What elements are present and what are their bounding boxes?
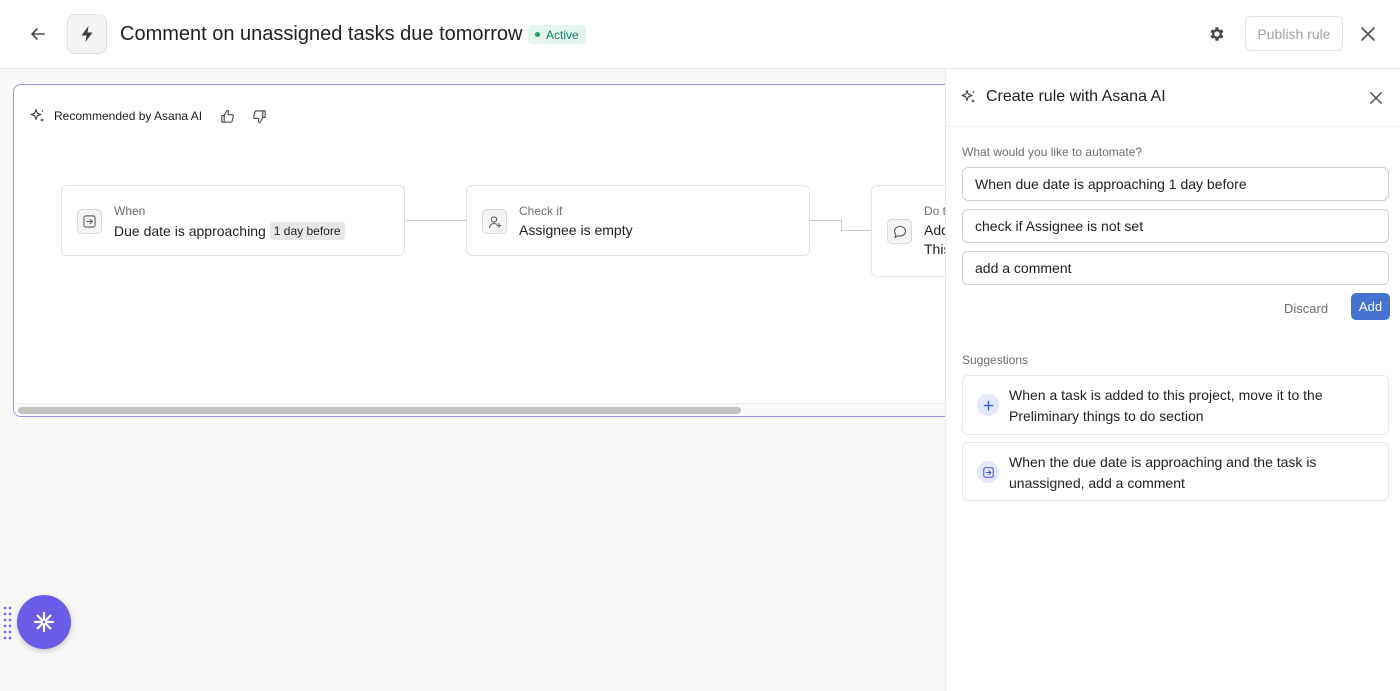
recommended-row: Recommended by Asana AI — [30, 105, 270, 127]
ai-rule-panel: Create rule with Asana AI What would you… — [945, 69, 1400, 691]
connector-line — [810, 220, 841, 221]
trigger-text: Due date is approaching — [114, 223, 266, 239]
panel-title: Create rule with Asana AI — [986, 88, 1166, 105]
suggestions-label: Suggestions — [962, 353, 1029, 367]
back-button[interactable] — [24, 20, 52, 48]
trigger-chip[interactable]: 1 day before — [269, 222, 345, 240]
discard-button[interactable]: Discard — [1284, 295, 1328, 321]
panel-header: Create rule with Asana AI — [946, 69, 1400, 127]
action-input[interactable] — [962, 251, 1389, 285]
close-button[interactable] — [1356, 22, 1380, 46]
rule-canvas: Recommended by Asana AI When Due date is… — [13, 84, 946, 417]
sparkle-icon — [30, 108, 44, 122]
due-date-icon — [977, 461, 999, 483]
condition-text: Assignee is empty — [519, 222, 633, 238]
condition-node[interactable]: Check if Assignee is empty — [466, 185, 810, 256]
node-label: When — [114, 204, 146, 218]
assignee-icon — [482, 209, 507, 234]
node-value: Assignee is empty — [519, 222, 633, 238]
close-icon — [1370, 92, 1382, 104]
action-text-2: This — [924, 241, 946, 257]
rule-icon — [67, 14, 107, 54]
suggestion-text: When a task is added to this project, mo… — [1009, 387, 1323, 424]
horizontal-scrollbar[interactable] — [18, 407, 741, 414]
node-label: Do t — [924, 204, 946, 218]
sparkle-icon — [961, 89, 975, 103]
publish-rule-button[interactable]: Publish rule — [1245, 16, 1343, 51]
connector-line — [405, 220, 467, 221]
thumbs-down-button[interactable] — [248, 105, 270, 127]
panel-title-row: Create rule with Asana AI — [961, 88, 1166, 106]
thumbs-up-button[interactable] — [216, 105, 238, 127]
comment-icon — [887, 219, 912, 244]
drag-handle-icon[interactable] — [3, 606, 13, 640]
status-badge: Active — [528, 25, 586, 44]
thumbs-up-icon — [220, 109, 234, 123]
trigger-input[interactable] — [962, 167, 1389, 201]
condition-input[interactable] — [962, 209, 1389, 243]
automate-question: What would you like to automate? — [962, 145, 1143, 159]
node-value: Due date is approaching 1 day before — [114, 222, 345, 240]
arrow-left-icon — [31, 28, 45, 40]
suggestion-text: When the due date is approaching and the… — [1009, 454, 1317, 491]
top-bar: Comment on unassigned tasks due tomorrow… — [0, 0, 1400, 69]
due-date-icon — [77, 209, 102, 234]
node-label: Check if — [519, 204, 563, 218]
plus-icon — [977, 394, 999, 416]
suggestion-item[interactable]: When the due date is approaching and the… — [962, 442, 1389, 501]
asterisk-icon — [33, 611, 55, 633]
connector-line — [841, 230, 872, 231]
assistant-fab-button[interactable] — [17, 595, 71, 649]
action-text: Add — [924, 222, 946, 238]
recommended-label: Recommended by Asana AI — [54, 109, 203, 123]
node-value: Add This — [924, 222, 946, 257]
action-node[interactable]: Do t Add This — [871, 185, 946, 277]
gear-icon — [1210, 27, 1224, 41]
suggestion-item[interactable]: When a task is added to this project, mo… — [962, 375, 1389, 435]
lightning-icon — [81, 26, 93, 42]
panel-close-button[interactable] — [1364, 86, 1388, 110]
settings-button[interactable] — [1204, 21, 1230, 47]
page-title: Comment on unassigned tasks due tomorrow — [120, 23, 523, 45]
trigger-node[interactable]: When Due date is approaching 1 day befor… — [61, 185, 405, 256]
close-icon — [1361, 27, 1375, 41]
thumbs-down-icon — [252, 109, 266, 123]
status-dot — [535, 32, 540, 37]
add-button[interactable]: Add — [1351, 293, 1390, 320]
status-text: Active — [546, 27, 579, 42]
